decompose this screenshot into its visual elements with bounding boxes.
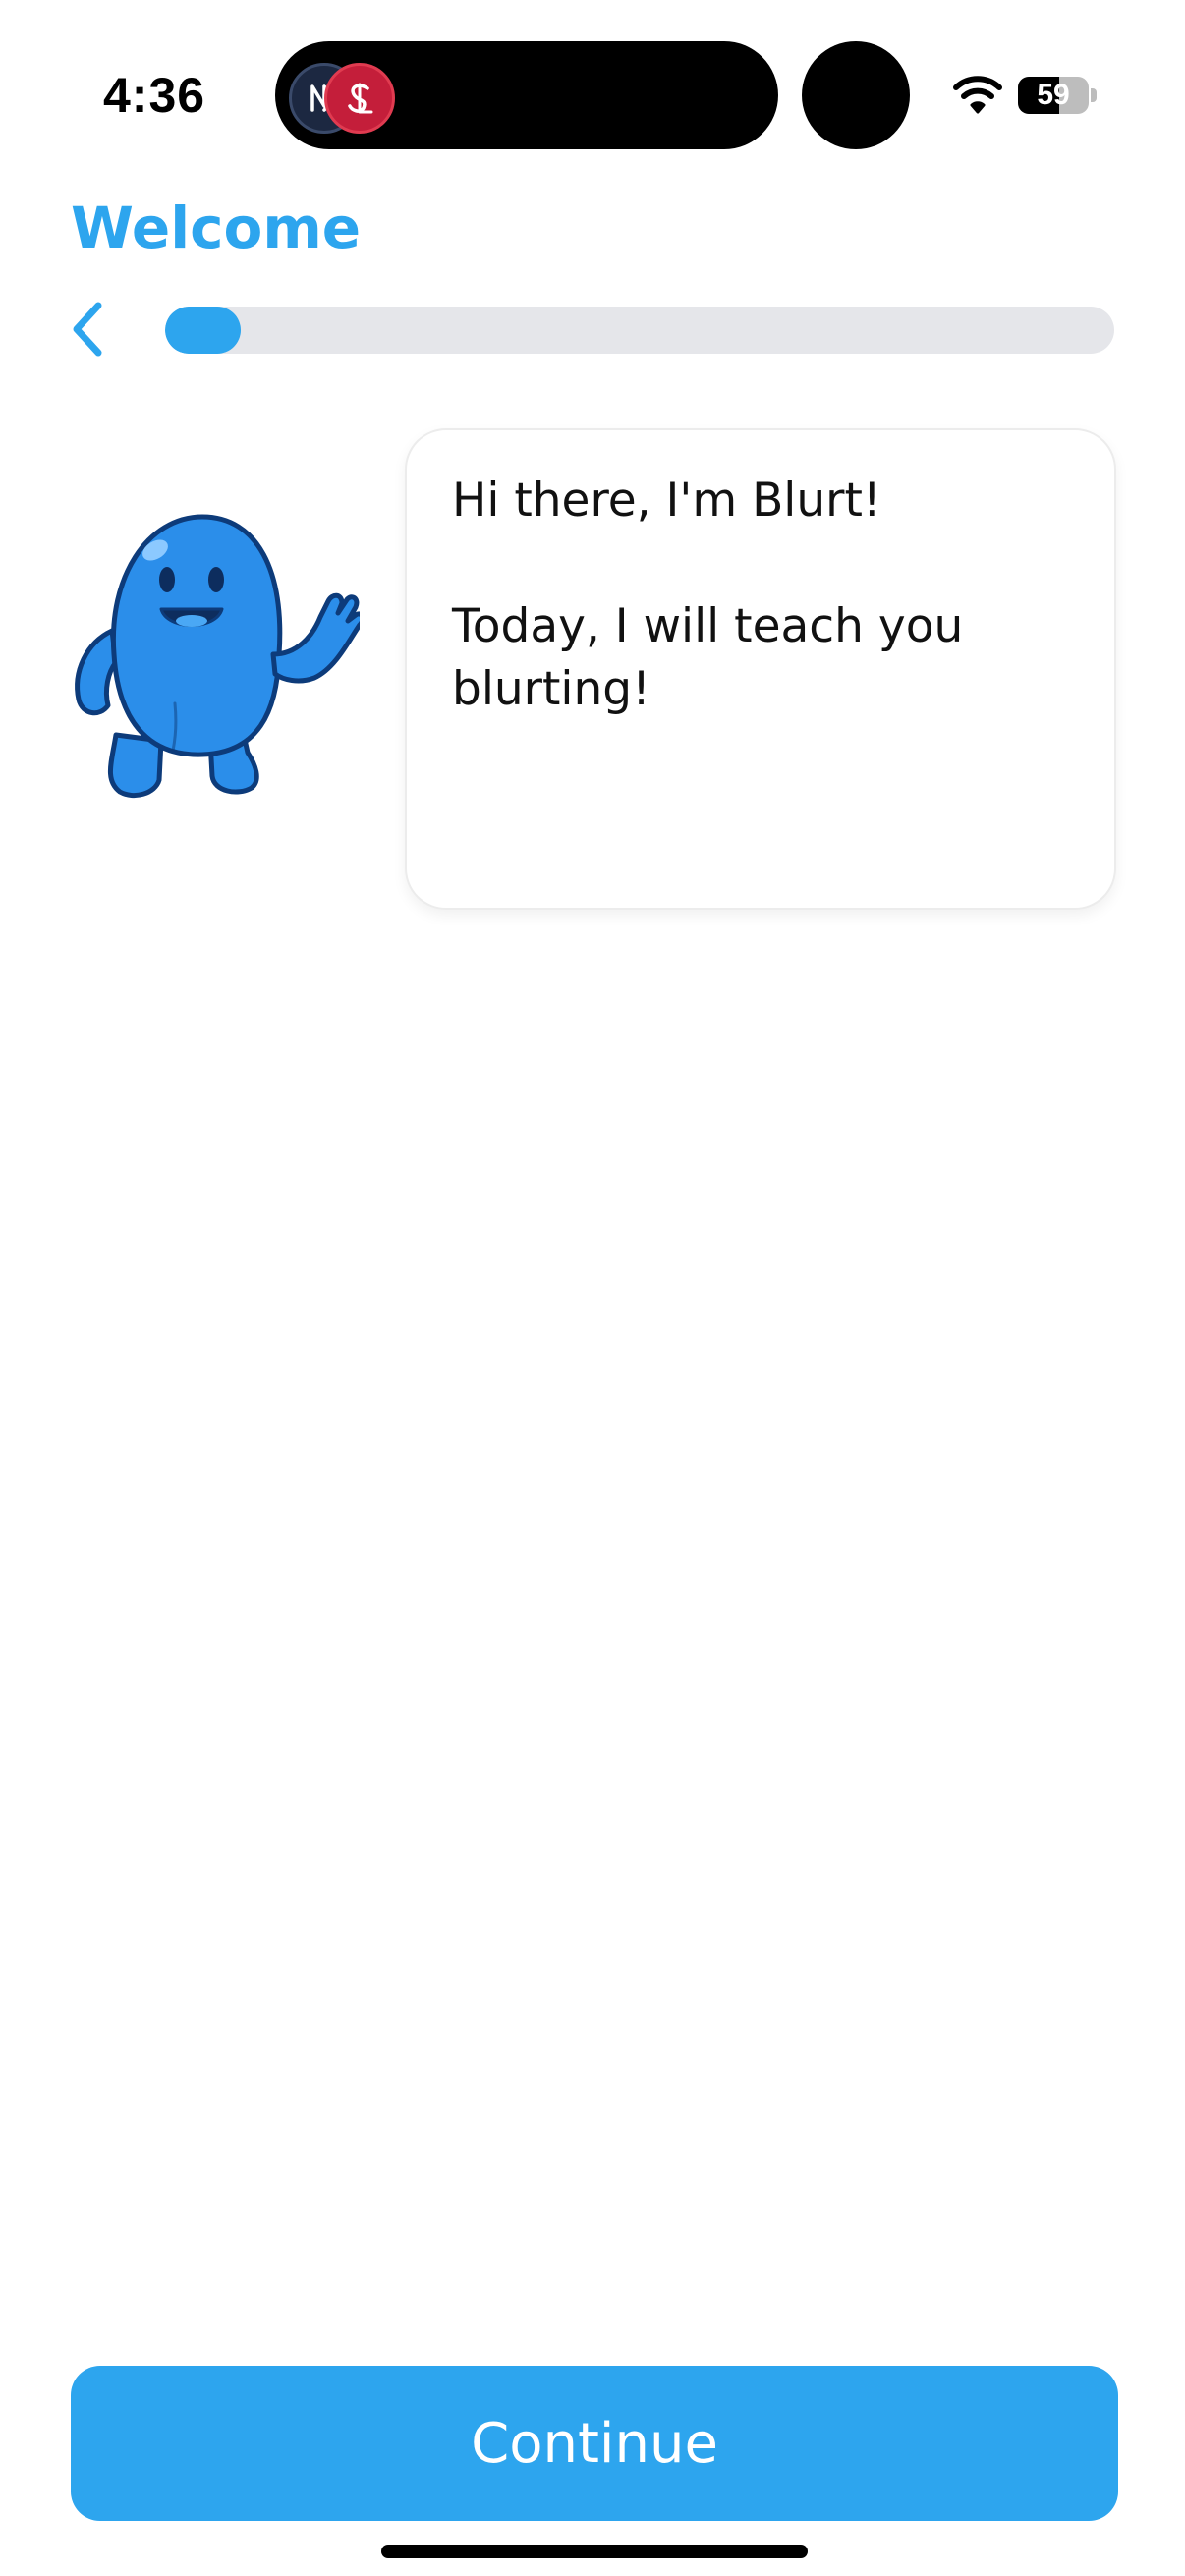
battery-icon: 59 <box>1018 77 1089 114</box>
dynamic-island[interactable] <box>275 41 778 149</box>
chevron-left-icon <box>73 302 102 357</box>
battery-percentage: 59 <box>1037 79 1070 111</box>
cardinals-logo-icon <box>324 63 395 134</box>
back-button[interactable] <box>57 295 116 364</box>
bubble-message-line-1: Today, I will teach you <box>452 599 964 653</box>
lesson-progress-fill <box>165 307 242 354</box>
status-time: 4:36 <box>103 68 206 123</box>
bubble-greeting: Hi there, I'm Blurt! <box>452 474 881 528</box>
speech-bubble: Hi there, I'm Blurt! Today, I will teach… <box>405 428 1116 910</box>
front-camera <box>802 41 910 149</box>
continue-button[interactable]: Continue <box>71 2366 1118 2521</box>
bubble-message-line-2: blurting! <box>452 662 650 716</box>
lesson-progress-bar <box>165 307 1114 354</box>
blurt-mascot-icon <box>75 514 360 798</box>
battery-cap <box>1091 88 1097 102</box>
wifi-icon <box>953 76 1002 114</box>
page-title: Welcome <box>71 195 362 261</box>
home-indicator[interactable] <box>381 2545 808 2558</box>
